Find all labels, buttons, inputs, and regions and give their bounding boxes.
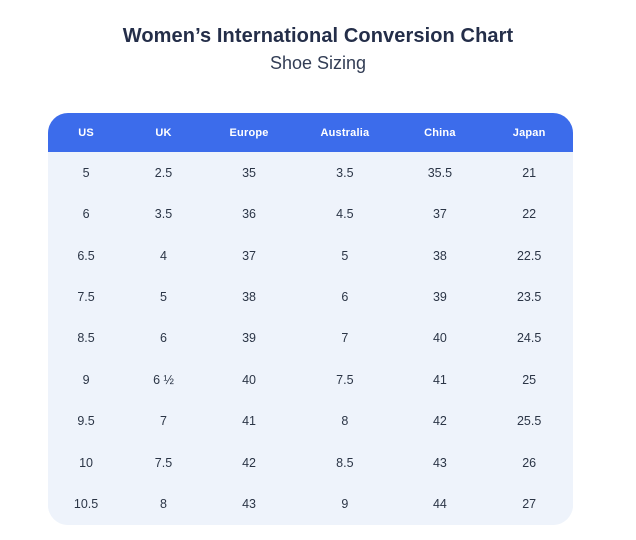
- conversion-table-grid: US UK Europe Australia China Japan 5 2.5 3…: [48, 113, 573, 525]
- table-cell: 21: [485, 152, 573, 194]
- table-cell: 27: [485, 483, 573, 525]
- table-cell: 41: [394, 359, 486, 401]
- table-cell: 7.5: [295, 359, 395, 401]
- table-cell: 10.5: [48, 483, 125, 525]
- table-cell: 40: [394, 317, 486, 360]
- column-header-europe: Europe: [229, 126, 269, 139]
- table-cell: 39: [202, 317, 296, 360]
- table-row: 7.5 5 38 6 39 23.5: [48, 276, 573, 318]
- table-cell: 9.5: [48, 400, 125, 443]
- table-cell: 6 ½: [124, 359, 203, 401]
- table-cell: 5: [295, 234, 395, 277]
- table-cell: 23.5: [485, 276, 573, 318]
- table-row: 8.5 6 39 7 40 24.5: [48, 317, 573, 360]
- table-cell: 8: [124, 483, 203, 525]
- table-cell: 4: [124, 234, 203, 277]
- table-row: 6.5 4 37 5 38 22.5: [48, 234, 573, 277]
- table-cell: 6: [295, 276, 395, 318]
- table-row: 5 2.5 35 3.5 35.5 21: [48, 152, 573, 194]
- chart-heading: Women’s International Conversion Chart S…: [0, 24, 636, 75]
- table-row: 9.5 7 41 8 42 25.5: [48, 400, 573, 443]
- table-cell: 44: [394, 483, 486, 525]
- table-cell: 22: [485, 193, 573, 235]
- table-cell: 10: [48, 442, 125, 484]
- table-cell: 38: [202, 276, 296, 318]
- table-cell: 26: [485, 442, 573, 484]
- table-cell: 25: [485, 359, 573, 401]
- table-body: 5 2.5 35 3.5 35.5 21 6 3.5 36 4.5 37 22 6.5 4 37 5 38 22.…: [48, 152, 573, 525]
- table-cell: 6: [124, 317, 203, 360]
- table-cell: 40: [202, 359, 296, 401]
- table-cell: 9: [48, 359, 125, 401]
- table-cell: 4.5: [295, 193, 395, 235]
- page-subtitle: Shoe Sizing: [269, 53, 367, 73]
- table-cell: 39: [394, 276, 486, 318]
- table-cell: 7: [124, 400, 203, 443]
- table-cell: 6: [48, 193, 125, 235]
- table-cell: 3.5: [295, 152, 395, 194]
- table-cell: 41: [202, 400, 296, 443]
- table-cell: 35.5: [394, 152, 486, 194]
- column-header-japan: Japan: [512, 126, 546, 139]
- table-cell: 36: [202, 193, 296, 235]
- conversion-table: US UK Europe Australia China Japan 5 2.5 3…: [48, 113, 573, 525]
- table-row: 10.5 8 43 9 44 27: [48, 483, 573, 525]
- column-header-uk: UK: [155, 126, 172, 139]
- table-header-row: US UK Europe Australia China Japan: [48, 113, 573, 152]
- table-cell: 8.5: [48, 317, 125, 360]
- page: Women’s International Conversion Chart S…: [0, 0, 636, 540]
- table-cell: 7.5: [124, 442, 203, 484]
- table-cell: 8.5: [295, 442, 395, 484]
- table-cell: 43: [202, 483, 296, 525]
- table-cell: 7.5: [48, 276, 125, 318]
- table-cell: 7: [295, 317, 395, 360]
- table-cell: 5: [124, 276, 203, 318]
- table-cell: 9: [295, 483, 395, 525]
- table-cell: 24.5: [485, 317, 573, 360]
- table-row: 10 7.5 42 8.5 43 26: [48, 442, 573, 484]
- table-cell: 42: [202, 442, 296, 484]
- column-header-australia: Australia: [320, 126, 370, 139]
- table-cell: 5: [48, 152, 125, 194]
- table-row: 96 ½ 40 7.5 41 25: [48, 359, 573, 401]
- table-cell: 35: [202, 152, 296, 194]
- column-header-china: China: [424, 126, 456, 139]
- table-cell: 43: [394, 442, 486, 484]
- table-row: 6 3.5 36 4.5 37 22: [48, 193, 573, 235]
- table-cell: 37: [394, 193, 486, 235]
- table-cell: 8: [295, 400, 395, 443]
- table-cell: 37: [202, 234, 296, 277]
- table-cell: 3.5: [124, 193, 203, 235]
- table-cell: 38: [394, 234, 486, 277]
- table-cell: 42: [394, 400, 486, 443]
- table-cell: 25.5: [485, 400, 573, 443]
- table-cell: 6.5: [48, 234, 125, 277]
- page-title: Women’s International Conversion Chart: [122, 25, 514, 47]
- column-header-us: US: [78, 126, 94, 139]
- table-cell: 2.5: [124, 152, 203, 194]
- table-cell: 22.5: [485, 234, 573, 277]
